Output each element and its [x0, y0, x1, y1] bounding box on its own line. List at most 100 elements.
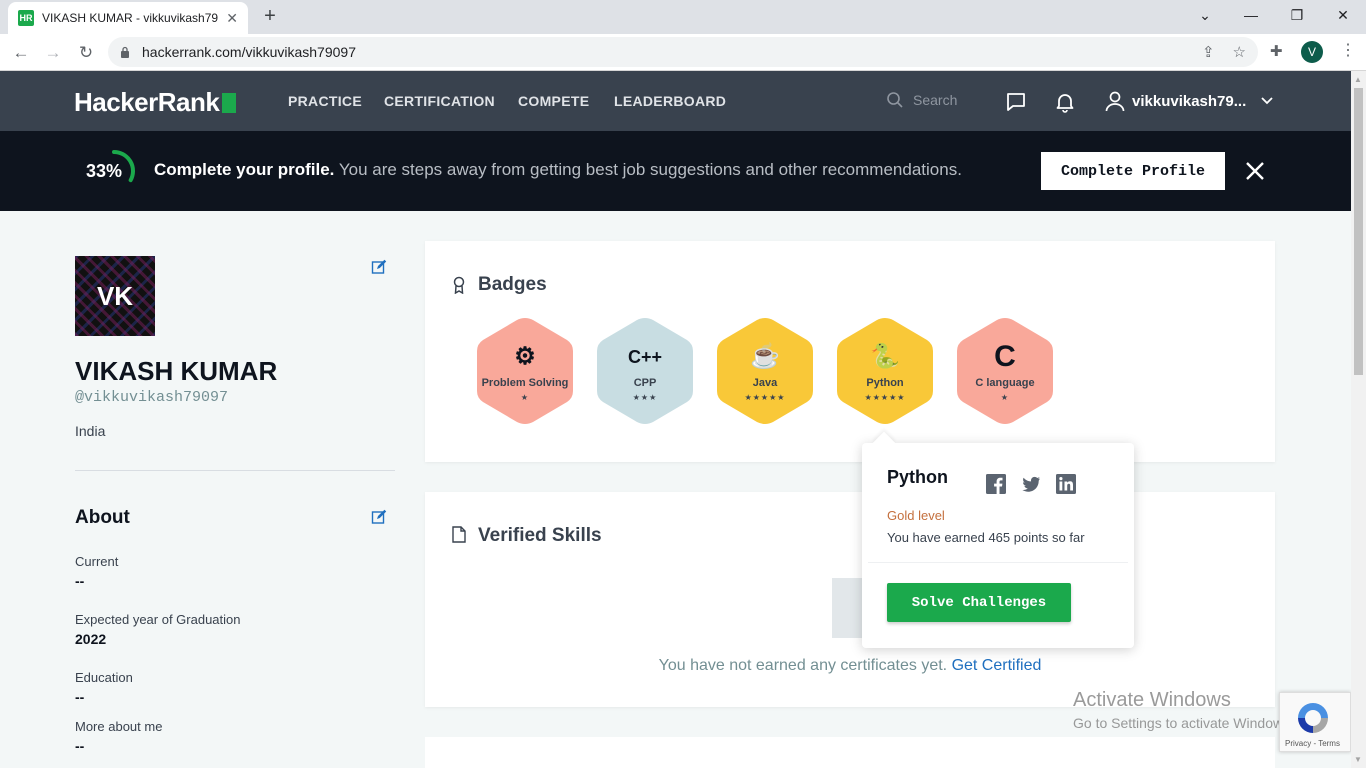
- edit-about-icon[interactable]: [371, 509, 387, 525]
- hackerrank-logo[interactable]: HackerRank: [74, 87, 237, 118]
- about-field-label: Current: [75, 554, 119, 569]
- verified-skills-heading: Verified Skills: [478, 525, 602, 546]
- badge-c[interactable]: C C language ★: [955, 316, 1055, 426]
- facebook-icon[interactable]: [986, 474, 1006, 494]
- search-icon: [887, 92, 903, 108]
- hackerrank-favicon: HR: [18, 10, 34, 26]
- recaptcha-badge[interactable]: Privacy - Terms: [1279, 692, 1351, 752]
- badge-python[interactable]: 🐍 Python ★★★★★: [835, 316, 935, 426]
- badges-heading: Badges: [478, 274, 547, 295]
- browser-tab-strip: HR VIKASH KUMAR - vikkuvikash79097 ✕ + ⌄…: [0, 0, 1366, 34]
- about-field-label: Education: [75, 670, 133, 685]
- minimize-button[interactable]: —: [1228, 0, 1274, 30]
- about-field-value: --: [75, 689, 85, 705]
- badge-name: C language: [975, 377, 1035, 389]
- back-button[interactable]: ←: [8, 40, 34, 66]
- messages-icon[interactable]: [1005, 91, 1027, 113]
- nav-leaderboard[interactable]: LEADERBOARD: [614, 93, 726, 109]
- solve-challenges-button[interactable]: Solve Challenges: [887, 583, 1071, 622]
- badge-stars: ★★★★★: [744, 393, 786, 402]
- about-field-value: --: [75, 738, 85, 754]
- forward-button[interactable]: →: [40, 40, 66, 66]
- complete-profile-button[interactable]: Complete Profile: [1041, 152, 1225, 190]
- scroll-up-arrow-icon[interactable]: ▲: [1354, 75, 1362, 84]
- tab-title: VIKASH KUMAR - vikkuvikash79097: [42, 11, 218, 25]
- about-heading: About: [75, 507, 130, 528]
- document-icon: [452, 526, 466, 543]
- site-header: HackerRank PRACTICE CERTIFICATION COMPET…: [0, 71, 1351, 131]
- complete-profile-banner: 33% Complete your profile. You are steps…: [0, 131, 1351, 211]
- badge-stars: ★★★: [632, 393, 658, 402]
- linkedin-icon[interactable]: [1056, 474, 1076, 494]
- reload-button[interactable]: ↻: [73, 40, 99, 66]
- banner-message: Complete your profile. You are steps awa…: [154, 160, 962, 180]
- badge-stars: ★: [520, 393, 530, 402]
- cpp-icon: C++: [627, 347, 663, 367]
- java-icon: ☕: [750, 343, 780, 370]
- profile-divider: [75, 470, 395, 471]
- badge-cpp[interactable]: C++ CPP ★★★: [595, 316, 695, 426]
- edit-profile-icon[interactable]: [371, 259, 387, 275]
- badge-stars: ★: [1000, 393, 1010, 402]
- no-certificates-text: You have not earned any certificates yet…: [658, 657, 948, 674]
- address-bar: ← → ↻ hackerrank.com/vikkuvikash79097 ⇪ …: [0, 34, 1366, 71]
- username: vikkuvikash79...: [1132, 92, 1247, 110]
- profile-handle: @vikkuvikash79097: [75, 389, 229, 406]
- avatar-initials: VK: [96, 280, 134, 311]
- watermark-subtitle: Go to Settings to activate Windows.: [1073, 715, 1294, 731]
- bookmark-star-icon[interactable]: ☆: [1233, 43, 1246, 61]
- badge-name: Problem Solving: [481, 377, 569, 389]
- badge-name: Java: [752, 377, 778, 389]
- browser-tab[interactable]: HR VIKASH KUMAR - vikkuvikash79097 ✕: [8, 2, 248, 34]
- logo-text: HackerRank: [74, 87, 220, 117]
- no-certificates-message: You have not earned any certificates yet…: [425, 657, 1275, 675]
- extensions-puzzle-icon[interactable]: ✚: [1270, 42, 1283, 60]
- badge-popover: Python Gold level You have earned 465 po…: [862, 431, 1134, 648]
- restore-button[interactable]: ❐: [1274, 0, 1320, 30]
- browser-profile-avatar[interactable]: V: [1301, 41, 1323, 63]
- badge-name: Python: [866, 377, 904, 389]
- python-icon: 🐍: [870, 343, 900, 370]
- scrollbar-thumb[interactable]: [1354, 88, 1363, 375]
- close-tab-icon[interactable]: ✕: [226, 10, 238, 27]
- popover-title: Python: [887, 467, 948, 487]
- twitter-icon[interactable]: [1021, 474, 1041, 494]
- c-icon: C: [994, 340, 1016, 373]
- nav-certification[interactable]: CERTIFICATION: [384, 93, 495, 109]
- recaptcha-links[interactable]: Privacy - Terms: [1285, 739, 1340, 748]
- about-field-value: 2022: [75, 631, 107, 647]
- badge-name: CPP: [633, 377, 657, 389]
- page-scrollbar[interactable]: ▲ ▼: [1351, 71, 1366, 768]
- about-field-label: More about me: [75, 719, 163, 734]
- badge-points-description: You have earned 465 points so far: [887, 530, 1085, 545]
- url-field[interactable]: hackerrank.com/vikkuvikash79097 ⇪ ☆: [108, 37, 1258, 67]
- new-tab-button[interactable]: +: [258, 4, 282, 28]
- search-box[interactable]: Search: [886, 91, 957, 109]
- logo-block: [222, 92, 237, 113]
- nav-practice[interactable]: PRACTICE: [288, 93, 362, 109]
- badge-level: Gold level: [887, 508, 945, 523]
- badge-java[interactable]: ☕ Java ★★★★★: [715, 316, 815, 426]
- share-icon[interactable]: ⇪: [1202, 43, 1215, 61]
- badge-stars: ★★★★★: [864, 393, 906, 402]
- scroll-down-arrow-icon[interactable]: ▼: [1354, 755, 1362, 764]
- windows-activation-watermark: Activate Windows Go to Settings to activ…: [1073, 689, 1294, 731]
- badge-problem-solving[interactable]: ⚙ Problem Solving ★: [475, 316, 575, 426]
- profile-country: India: [75, 423, 106, 439]
- tab-search-chevron-icon[interactable]: ⌄: [1182, 0, 1228, 30]
- chevron-down-icon: [1261, 97, 1273, 105]
- notifications-bell-icon[interactable]: [1054, 91, 1076, 113]
- about-field-value: --: [75, 573, 85, 589]
- nav-compete[interactable]: COMPETE: [518, 93, 589, 109]
- user-menu[interactable]: vikkuvikash79...: [1104, 90, 1274, 112]
- profile-avatar: VK: [75, 256, 155, 336]
- search-placeholder: Search: [913, 92, 958, 108]
- close-banner-icon[interactable]: [1243, 159, 1267, 183]
- next-section-card: [425, 737, 1275, 768]
- get-certified-link[interactable]: Get Certified: [952, 657, 1042, 674]
- close-window-button[interactable]: ✕: [1320, 0, 1366, 30]
- profile-name: VIKASH KUMAR: [75, 356, 278, 386]
- url-text: hackerrank.com/vikkuvikash79097: [142, 44, 356, 60]
- about-field-label: Expected year of Graduation: [75, 612, 241, 627]
- browser-menu-icon[interactable]: ⋮: [1340, 40, 1356, 60]
